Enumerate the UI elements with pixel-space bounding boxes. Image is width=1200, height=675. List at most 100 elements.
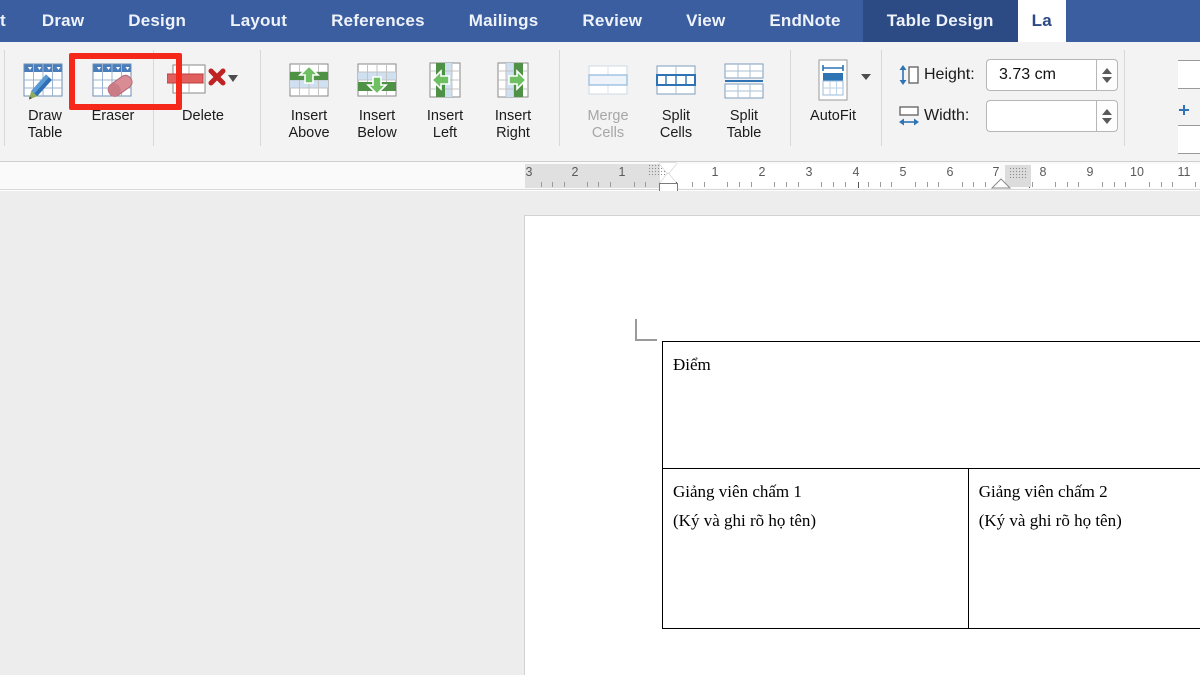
document-table[interactable]: Điểm Giảng viên chấm 1 (Ký và ghi rõ họ … xyxy=(662,341,1200,629)
ruler-label: 2 xyxy=(758,165,766,179)
tab-label: Design xyxy=(128,11,187,30)
document-workspace[interactable]: Điểm Giảng viên chấm 1 (Ký và ghi rõ họ … xyxy=(0,191,1200,675)
tab-layout[interactable]: Layout xyxy=(208,0,309,42)
row-height-input[interactable]: 3.73 cm xyxy=(986,59,1096,91)
ribbon-divider xyxy=(1124,50,1125,146)
chevron-down-icon xyxy=(861,74,871,80)
split-table-icon xyxy=(721,54,767,106)
row-height-spin-buttons[interactable] xyxy=(1096,59,1118,91)
distribute-columns-field[interactable] xyxy=(1178,125,1200,154)
ribbon-table-layout: Draw Table Eraser Delete Insert Above In… xyxy=(0,42,1200,162)
ruler-label: 5 xyxy=(899,165,907,179)
spinner-down-icon[interactable] xyxy=(1102,76,1112,83)
ruler-label: 3 xyxy=(805,165,813,179)
insert-left-label: Insert Left xyxy=(426,108,464,141)
ribbon-divider xyxy=(790,50,791,146)
row-height-stepper[interactable]: 3.73 cm xyxy=(986,59,1118,91)
column-width-stepper[interactable] xyxy=(986,100,1118,132)
insert-column-right-icon xyxy=(490,54,536,106)
eraser-icon xyxy=(85,54,141,106)
split-cells-button[interactable]: Split Cells xyxy=(642,48,710,142)
spinner-down-icon[interactable] xyxy=(1102,117,1112,124)
cell-text-line2: (Ký và ghi rõ họ tên) xyxy=(673,511,817,530)
insert-column-left-icon xyxy=(422,54,468,106)
ribbon-group-cell-size: Height: 3.73 cm Width: xyxy=(894,42,1118,160)
tab-label: La xyxy=(1031,11,1052,30)
autofit-dropdown-arrow[interactable] xyxy=(861,48,871,80)
delete-button[interactable]: Delete xyxy=(160,48,246,125)
eraser-label: Eraser xyxy=(91,108,135,124)
split-cells-icon xyxy=(653,54,699,106)
insert-right-button[interactable]: Insert Right xyxy=(479,48,547,142)
height-arrows-icon xyxy=(894,63,924,87)
word-app-window: t Draw Design Layout References Mailings… xyxy=(0,0,1200,675)
tab-label: Draw xyxy=(41,11,85,30)
ribbon-divider xyxy=(260,50,261,146)
table-row[interactable]: Điểm xyxy=(663,342,1200,469)
eraser-button[interactable]: Eraser xyxy=(79,48,147,125)
autofit-icon xyxy=(812,54,854,106)
spinner-up-icon[interactable] xyxy=(1102,108,1112,115)
width-arrows-icon xyxy=(894,104,924,128)
insert-below-label: Insert Below xyxy=(357,108,397,141)
merge-cells-label: Merge Cells xyxy=(587,108,629,141)
tab-references[interactable]: References xyxy=(309,0,447,42)
tab-mailings[interactable]: Mailings xyxy=(447,0,561,42)
tab-insert-clipped[interactable]: t xyxy=(0,0,20,42)
tab-view[interactable]: View xyxy=(664,0,747,42)
draw-table-button[interactable]: Draw Table xyxy=(11,48,79,142)
insert-above-button[interactable]: Insert Above xyxy=(275,48,343,142)
width-label: Width: xyxy=(924,107,970,124)
merge-cells-icon xyxy=(585,54,631,106)
tab-label: View xyxy=(686,11,726,30)
document-page[interactable]: Điểm Giảng viên chấm 1 (Ký và ghi rõ họ … xyxy=(524,215,1200,675)
ribbon-group-distribute-clipped xyxy=(1178,50,1200,154)
split-table-button[interactable]: Split Table xyxy=(710,48,778,142)
tab-review[interactable]: Review xyxy=(560,0,664,42)
ruler-label: 2 xyxy=(571,165,579,179)
page-margin-corner-mark xyxy=(635,319,657,341)
ribbon-divider xyxy=(153,50,154,146)
column-width-spin-buttons[interactable] xyxy=(1096,100,1118,132)
tab-endnote[interactable]: EndNote xyxy=(747,0,862,42)
spinner-up-icon[interactable] xyxy=(1102,67,1112,74)
column-width-field-row: Width: xyxy=(894,99,1118,133)
ribbon-group-draw: Draw Table Eraser xyxy=(11,42,147,160)
ribbon-divider xyxy=(881,50,882,146)
insert-below-button[interactable]: Insert Below xyxy=(343,48,411,142)
distribute-rows-field[interactable] xyxy=(1178,60,1200,89)
ruler-label: 9 xyxy=(1086,165,1094,179)
tab-table-design[interactable]: Table Design xyxy=(862,0,1018,42)
tab-label: Review xyxy=(582,11,643,30)
column-width-input[interactable] xyxy=(986,100,1096,132)
insert-left-button[interactable]: Insert Left xyxy=(411,48,479,142)
tab-label: Mailings xyxy=(468,11,539,30)
ribbon-group-merge: Merge Cells Split Cells Split Table xyxy=(574,42,778,160)
table-cell-score[interactable]: Điểm xyxy=(663,342,1200,469)
ribbon-group-delete: Delete xyxy=(160,42,246,160)
tab-label: References xyxy=(331,11,425,30)
split-cells-label: Split Cells xyxy=(659,108,693,141)
insert-right-label: Insert Right xyxy=(494,108,532,141)
tab-label: Layout xyxy=(230,11,288,30)
cell-text-line1: Giảng viên chấm 2 xyxy=(978,482,1108,501)
ruler-label: 11 xyxy=(1177,165,1191,179)
tab-draw[interactable]: Draw xyxy=(20,0,106,42)
ruler-label: 6 xyxy=(946,165,954,179)
table-row[interactable]: Giảng viên chấm 1 (Ký và ghi rõ họ tên) … xyxy=(663,469,1200,629)
ribbon-divider xyxy=(4,50,5,146)
table-cell-grader-1[interactable]: Giảng viên chấm 1 (Ký và ghi rõ họ tên) xyxy=(663,469,969,629)
horizontal-ruler[interactable]: 3 2 1 1 2 3 4 5 6 7 8 9 10 11 xyxy=(0,162,1200,193)
insert-row-above-icon xyxy=(286,54,332,106)
table-cell-grader-2[interactable]: Giảng viên chấm 2 (Ký và ghi rõ họ tên) xyxy=(968,469,1200,629)
insert-row-below-icon xyxy=(354,54,400,106)
height-label: Height: xyxy=(924,66,975,83)
autofit-button[interactable]: AutoFit xyxy=(805,48,861,125)
tab-design[interactable]: Design xyxy=(106,0,208,42)
tab-label: Table Design xyxy=(886,11,994,30)
plus-icon xyxy=(1179,105,1189,115)
tab-table-layout-active[interactable]: La xyxy=(1017,0,1066,42)
merge-cells-button[interactable]: Merge Cells xyxy=(574,48,642,142)
tab-stop-marker[interactable] xyxy=(858,182,859,188)
ruler-label: 1 xyxy=(618,165,626,179)
